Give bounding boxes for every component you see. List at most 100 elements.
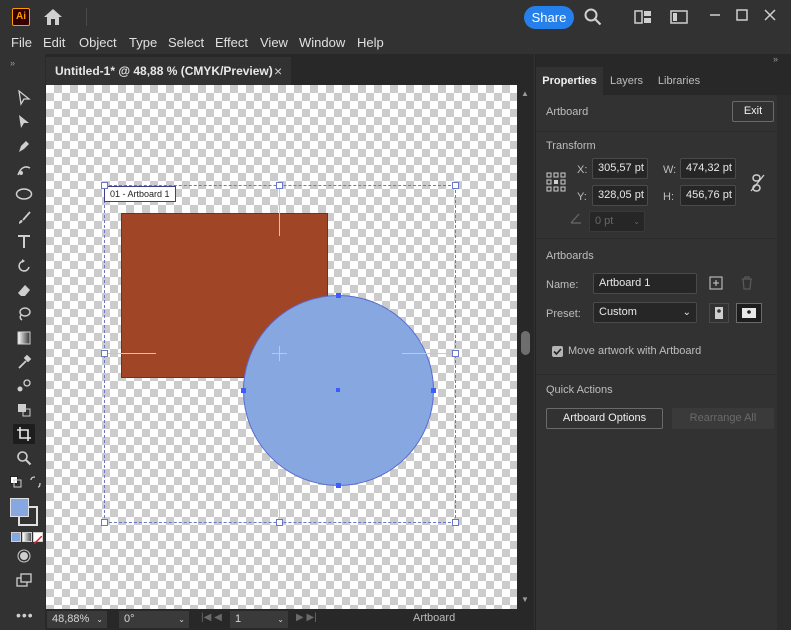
artboard-handle-tl[interactable] [101, 182, 108, 189]
blend-tool-icon[interactable] [13, 376, 35, 396]
tab-layers[interactable]: Layers [603, 67, 650, 95]
move-artwork-label: Move artwork with Artboard [568, 345, 702, 357]
menu-edit[interactable]: Edit [43, 35, 65, 50]
collapse-panel-icon[interactable]: » [773, 54, 778, 64]
curvature-tool-icon[interactable] [13, 160, 35, 180]
gradient-mode-icon[interactable] [22, 532, 32, 542]
circle-anchor-top[interactable] [336, 293, 341, 298]
minimize-icon[interactable] [705, 6, 725, 24]
portrait-orientation-icon[interactable] [709, 303, 729, 323]
shape-builder-tool-icon[interactable] [13, 400, 35, 420]
last-artboard-icon[interactable]: ▶ ▶| [296, 612, 317, 623]
artboard-handle-bl[interactable] [101, 519, 108, 526]
preset-select[interactable]: Custom ⌄ [593, 302, 697, 323]
rotate-tool-icon[interactable] [13, 256, 35, 276]
selection-tool-icon[interactable] [13, 88, 35, 108]
artboard-name-field[interactable]: Artboard 1 [593, 273, 697, 294]
width-field[interactable]: 474,32 pt [680, 158, 736, 179]
vertical-scrollbar[interactable]: ▲ ▼ [517, 85, 534, 609]
artboard-tool-icon[interactable] [13, 424, 35, 444]
artboard-handle-mr[interactable] [452, 350, 459, 357]
preset-value: Custom [599, 306, 637, 318]
reference-point-icon[interactable] [546, 172, 566, 192]
menu-view[interactable]: View [260, 35, 288, 50]
artboard-handle-bc[interactable] [276, 519, 283, 526]
landscape-orientation-icon[interactable] [736, 303, 762, 323]
lasso-tool-icon[interactable] [13, 304, 35, 324]
scroll-thumb[interactable] [521, 331, 530, 355]
preset-dropdown-icon[interactable]: ⌄ [683, 303, 691, 322]
tab-libraries[interactable]: Libraries [650, 67, 708, 95]
rotation-dropdown-icon[interactable]: ⌄ [178, 611, 185, 628]
y-field[interactable]: 328,05 pt [592, 185, 648, 206]
swap-colors-icon[interactable] [29, 476, 41, 488]
type-tool-icon[interactable] [13, 232, 35, 252]
canvas[interactable]: 01 - Artboard 1 [46, 85, 517, 609]
scroll-down-icon[interactable]: ▼ [521, 595, 529, 604]
circle-anchor-right[interactable] [431, 388, 436, 393]
artboard-dropdown-icon[interactable]: ⌄ [277, 611, 284, 628]
none-mode-icon[interactable] [33, 532, 43, 545]
menu-select[interactable]: Select [168, 35, 204, 50]
default-colors-icon[interactable] [10, 476, 22, 488]
ellipse-tool-icon[interactable] [13, 184, 35, 204]
artboard-label[interactable]: 01 - Artboard 1 [104, 186, 176, 202]
zoom-field[interactable]: 48,88% ⌄ [47, 611, 107, 628]
home-icon[interactable] [43, 8, 63, 26]
move-artwork-checkbox[interactable] [552, 346, 563, 357]
menu-effect[interactable]: Effect [215, 35, 248, 50]
close-window-icon[interactable] [760, 6, 780, 24]
close-tab-icon[interactable]: × [274, 63, 282, 79]
center-guide-right [402, 353, 454, 354]
pen-tool-icon[interactable] [13, 136, 35, 156]
x-label: X: [577, 164, 588, 176]
x-field[interactable]: 305,57 pt [592, 158, 648, 179]
exit-button[interactable]: Exit [732, 101, 774, 122]
new-artboard-icon[interactable] [709, 276, 723, 290]
zoom-tool-icon[interactable] [13, 448, 35, 468]
circle-anchor-left[interactable] [241, 388, 246, 393]
direct-selection-tool-icon[interactable] [13, 112, 35, 132]
eyedropper-tool-icon[interactable] [13, 352, 35, 372]
arrange-documents-icon[interactable] [634, 10, 652, 24]
artboard-handle-ml[interactable] [101, 350, 108, 357]
rotation-field[interactable]: 0° ⌄ [119, 611, 189, 628]
tab-properties[interactable]: Properties [536, 67, 603, 95]
artboard-handle-br[interactable] [452, 519, 459, 526]
menu-file[interactable]: File [11, 35, 32, 50]
center-guide-bottom [279, 473, 280, 521]
search-icon[interactable] [584, 8, 602, 26]
artboard-number-field[interactable]: 1 ⌄ [230, 611, 288, 628]
constrain-proportions-icon[interactable] [750, 173, 766, 193]
circle-anchor-bottom[interactable] [336, 483, 341, 488]
gradient-tool-icon[interactable] [13, 328, 35, 348]
eraser-tool-icon[interactable] [13, 280, 35, 300]
maximize-icon[interactable] [732, 6, 752, 24]
panel-scrollbar[interactable] [777, 95, 791, 630]
edit-toolbar-icon[interactable]: ••• [16, 607, 34, 623]
document-tab-bar: Untitled-1* @ 48,88 % (CMYK/Preview) × [46, 54, 534, 85]
menu-window[interactable]: Window [299, 35, 345, 50]
menu-type[interactable]: Type [129, 35, 157, 50]
draw-mode-icon[interactable] [13, 546, 35, 566]
artboards-title: Artboards [546, 250, 594, 262]
properties-panel: » Properties Layers Libraries Artboard E… [535, 54, 791, 630]
height-field[interactable]: 456,76 pt [680, 185, 736, 206]
artboard-options-button[interactable]: Artboard Options [546, 408, 663, 429]
screen-mode-icon[interactable] [13, 570, 35, 590]
color-mode-icon[interactable] [11, 532, 21, 542]
titlebar-divider [86, 8, 87, 26]
share-button[interactable]: Share [524, 6, 574, 29]
menu-help[interactable]: Help [357, 35, 384, 50]
artboard-handle-tc[interactable] [276, 182, 283, 189]
first-artboard-icon[interactable]: |◀ ◀ [201, 612, 222, 623]
artboard-handle-tr[interactable] [452, 182, 459, 189]
zoom-dropdown-icon[interactable]: ⌄ [96, 611, 103, 628]
workspace-icon[interactable] [670, 10, 688, 24]
paintbrush-tool-icon[interactable] [13, 208, 35, 228]
menu-object[interactable]: Object [79, 35, 117, 50]
document-tab[interactable]: Untitled-1* @ 48,88 % (CMYK/Preview) × [46, 57, 291, 85]
scroll-up-icon[interactable]: ▲ [521, 89, 529, 98]
fill-swatch[interactable] [10, 498, 29, 517]
collapse-toolbar-icon[interactable]: » [10, 58, 15, 68]
